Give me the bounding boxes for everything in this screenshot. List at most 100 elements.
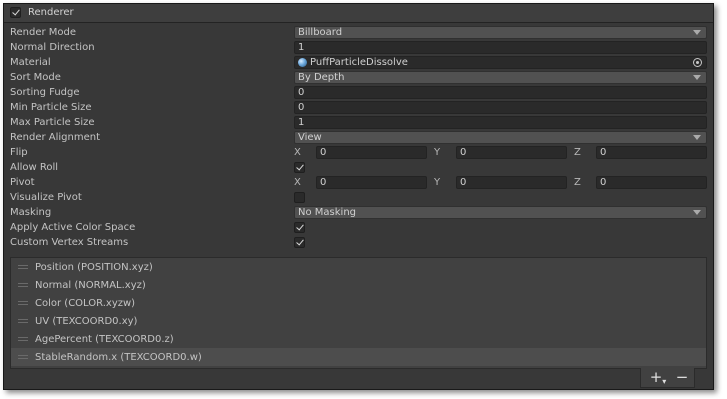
- render-mode-value: Billboard: [298, 27, 343, 38]
- normal-direction-row: Normal Direction 1: [4, 40, 713, 55]
- custom-vertex-streams-checkbox[interactable]: [294, 237, 305, 248]
- dropdown-caret-icon: ▾: [662, 377, 667, 386]
- pivot-x-input[interactable]: 0: [316, 176, 427, 189]
- flip-x-value: 0: [320, 147, 327, 158]
- visualize-pivot-checkbox[interactable]: [294, 192, 305, 203]
- flip-z-input[interactable]: 0: [596, 146, 707, 159]
- flip-x-axis-label: X: [294, 147, 301, 158]
- renderer-panel: Renderer Render Mode Billboard Normal Di…: [3, 3, 714, 390]
- renderer-title: Renderer: [28, 7, 74, 18]
- minus-icon: −: [675, 368, 689, 386]
- min-particle-size-label: Min Particle Size: [10, 102, 92, 113]
- normal-direction-label: Normal Direction: [10, 42, 95, 53]
- renderer-header[interactable]: Renderer: [4, 4, 713, 23]
- apply-active-color-space-label: Apply Active Color Space: [10, 222, 136, 233]
- flip-y-input[interactable]: 0: [456, 146, 567, 159]
- check-icon: [296, 237, 304, 246]
- masking-value: No Masking: [298, 207, 356, 218]
- stream-item-stablerandom[interactable]: StableRandom.x (TEXCOORD0.w): [11, 348, 706, 366]
- chevron-down-icon: [693, 75, 701, 80]
- material-label: Material: [10, 57, 51, 68]
- flip-label: Flip: [10, 147, 28, 158]
- chevron-down-icon: [693, 30, 701, 35]
- stream-item-agepercent[interactable]: AgePercent (TEXCOORD0.z): [11, 330, 706, 348]
- plus-icon: +: [649, 368, 663, 386]
- sort-mode-row: Sort Mode By Depth: [4, 70, 713, 85]
- material-object-field[interactable]: PuffParticleDissolve: [294, 56, 707, 69]
- min-particle-size-row: Min Particle Size 0: [4, 100, 713, 115]
- renderer-enabled-checkbox[interactable]: [10, 7, 21, 18]
- normal-direction-value: 1: [298, 42, 305, 53]
- render-alignment-row: Render Alignment View: [4, 130, 713, 145]
- visualize-pivot-label: Visualize Pivot: [10, 192, 82, 203]
- stream-item-uv[interactable]: UV (TEXCOORD0.xy): [11, 312, 706, 330]
- check-icon: [12, 7, 20, 16]
- material-row: Material PuffParticleDissolve: [4, 55, 713, 70]
- masking-label: Masking: [10, 207, 52, 218]
- allow-roll-checkbox[interactable]: [294, 162, 305, 173]
- masking-dropdown[interactable]: No Masking: [294, 206, 707, 219]
- apply-active-color-space-checkbox[interactable]: [294, 222, 305, 233]
- render-mode-label: Render Mode: [10, 27, 77, 38]
- visualize-pivot-row: Visualize Pivot: [4, 190, 713, 205]
- stream-item-normal[interactable]: Normal (NORMAL.xyz): [11, 276, 706, 294]
- pivot-z-value: 0: [600, 177, 607, 188]
- custom-vertex-streams-row: Custom Vertex Streams: [4, 235, 713, 250]
- drag-handle-icon[interactable]: [18, 265, 28, 269]
- drag-handle-icon[interactable]: [18, 319, 28, 323]
- remove-stream-button[interactable]: −: [671, 369, 693, 385]
- normal-direction-input[interactable]: 1: [294, 41, 707, 54]
- stream-item-label: UV (TEXCOORD0.xy): [35, 316, 138, 327]
- stream-item-label: StableRandom.x (TEXCOORD0.w): [35, 352, 202, 363]
- flip-x-input[interactable]: 0: [316, 146, 427, 159]
- render-alignment-dropdown[interactable]: View: [294, 131, 707, 144]
- flip-row: Flip X 0 Y 0 Z 0: [4, 145, 713, 160]
- sorting-fudge-label: Sorting Fudge: [10, 87, 80, 98]
- max-particle-size-input[interactable]: 1: [294, 116, 707, 129]
- chevron-down-icon: [693, 135, 701, 140]
- vertex-streams-list: Position (POSITION.xyz) Normal (NORMAL.x…: [10, 257, 707, 369]
- check-icon: [296, 162, 304, 171]
- sorting-fudge-row: Sorting Fudge 0: [4, 85, 713, 100]
- chevron-down-icon: [693, 210, 701, 215]
- stream-item-color[interactable]: Color (COLOR.xyzw): [11, 294, 706, 312]
- drag-handle-icon[interactable]: [18, 283, 28, 287]
- allow-roll-row: Allow Roll: [4, 160, 713, 175]
- object-picker-icon[interactable]: [693, 58, 702, 67]
- drag-handle-icon[interactable]: [18, 301, 28, 305]
- material-value: PuffParticleDissolve: [310, 57, 408, 68]
- pivot-label: Pivot: [10, 177, 35, 188]
- sorting-fudge-input[interactable]: 0: [294, 86, 707, 99]
- flip-y-axis-label: Y: [434, 147, 441, 158]
- stream-item-label: Position (POSITION.xyz): [35, 262, 153, 273]
- render-mode-row: Render Mode Billboard: [4, 25, 713, 40]
- max-particle-size-row: Max Particle Size 1: [4, 115, 713, 130]
- pivot-z-input[interactable]: 0: [596, 176, 707, 189]
- drag-handle-icon[interactable]: [18, 355, 28, 359]
- stream-item-position[interactable]: Position (POSITION.xyz): [11, 258, 706, 276]
- render-alignment-label: Render Alignment: [10, 132, 101, 143]
- drag-handle-icon[interactable]: [18, 337, 28, 341]
- check-icon: [296, 222, 304, 231]
- pivot-y-axis-label: Y: [434, 177, 441, 188]
- add-stream-button[interactable]: +▾: [647, 368, 669, 386]
- custom-vertex-streams-label: Custom Vertex Streams: [10, 237, 129, 248]
- sort-mode-label: Sort Mode: [10, 72, 61, 83]
- pivot-z-axis-label: Z: [574, 177, 581, 188]
- render-alignment-value: View: [298, 132, 322, 143]
- max-particle-size-value: 1: [298, 117, 305, 128]
- stream-item-label: Color (COLOR.xyzw): [35, 298, 136, 309]
- render-mode-dropdown[interactable]: Billboard: [294, 26, 707, 39]
- masking-row: Masking No Masking: [4, 205, 713, 220]
- sorting-fudge-value: 0: [298, 87, 305, 98]
- allow-roll-label: Allow Roll: [10, 162, 59, 173]
- sort-mode-dropdown[interactable]: By Depth: [294, 71, 707, 84]
- pivot-y-input[interactable]: 0: [456, 176, 567, 189]
- flip-z-axis-label: Z: [574, 147, 581, 158]
- apply-active-color-space-row: Apply Active Color Space: [4, 220, 713, 235]
- flip-z-value: 0: [600, 147, 607, 158]
- sort-mode-value: By Depth: [298, 72, 345, 83]
- min-particle-size-input[interactable]: 0: [294, 101, 707, 114]
- flip-y-value: 0: [460, 147, 467, 158]
- streams-footer: +▾ −: [640, 368, 695, 388]
